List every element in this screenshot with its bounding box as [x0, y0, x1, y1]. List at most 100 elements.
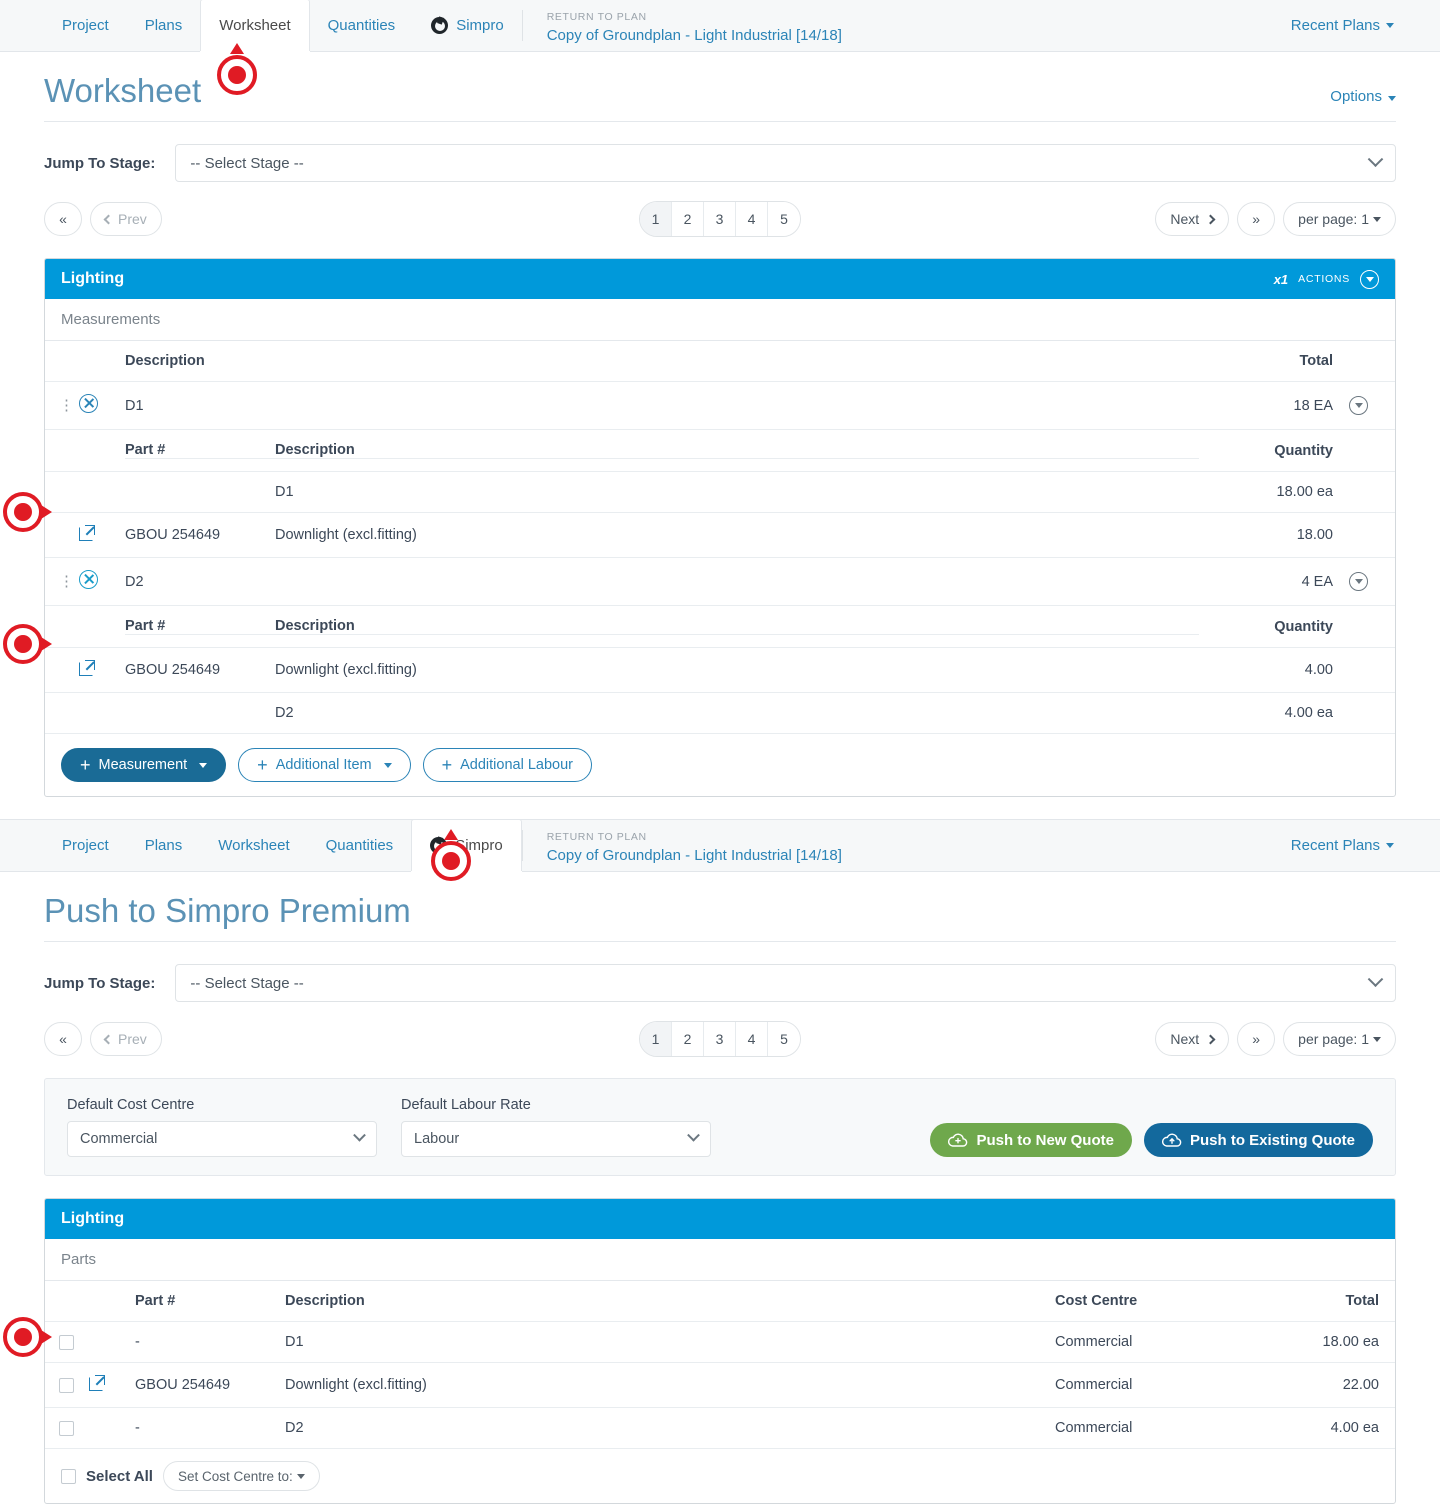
row-quantity: 18.00 ea — [1199, 471, 1349, 513]
page-button-4[interactable]: 4 — [736, 202, 768, 236]
link-cell[interactable] — [79, 512, 125, 558]
page-button-1[interactable]: 1 — [640, 1022, 672, 1056]
nav-tab-label: Project — [62, 837, 109, 854]
drag-handle[interactable]: ⋮ — [45, 381, 79, 430]
row-checkbox[interactable] — [59, 1334, 74, 1350]
page-button-3[interactable]: 3 — [704, 1022, 736, 1056]
row-checkbox-cell[interactable] — [45, 1362, 89, 1408]
chevron-down-circle-icon[interactable] — [1349, 572, 1368, 591]
checkbox-col — [45, 1281, 89, 1322]
nav-tab-plans[interactable]: Plans — [127, 0, 201, 51]
nav-tab-worksheet[interactable]: Worksheet — [200, 0, 310, 51]
nav-tab-quantities[interactable]: Quantities — [308, 820, 412, 871]
page-number-group: 1 2 3 4 5 — [639, 1021, 801, 1057]
push-to-existing-quote-label: Push to Existing Quote — [1189, 1131, 1355, 1149]
row-description: Downlight (excl.fitting) — [275, 527, 417, 543]
chevron-down-circle-icon[interactable] — [1349, 396, 1368, 415]
recent-plans-dropdown[interactable]: Recent Plans — [1291, 820, 1440, 871]
default-cost-centre-field: Default Cost Centre Commercial — [67, 1097, 377, 1157]
first-page-button[interactable]: « — [44, 1022, 82, 1056]
push-to-new-quote-button[interactable]: Push to New Quote — [930, 1123, 1132, 1157]
push-to-existing-quote-button[interactable]: Push to Existing Quote — [1143, 1123, 1373, 1157]
default-labour-rate-select[interactable]: Labour — [401, 1121, 711, 1157]
select-all-checkbox[interactable] — [61, 1468, 76, 1484]
chevron-down-icon — [199, 762, 208, 768]
jump-to-stage-select[interactable]: -- Select Stage -- — [175, 964, 1396, 1002]
multiplier-badge: x1 — [1273, 271, 1289, 287]
link-cell[interactable] — [79, 647, 125, 693]
page-button-5[interactable]: 5 — [768, 202, 800, 236]
external-link-icon[interactable] — [79, 525, 95, 541]
link-cell[interactable] — [89, 1362, 135, 1408]
row-checkbox-cell[interactable] — [45, 1407, 89, 1449]
double-chevron-right-icon: » — [1252, 1031, 1261, 1047]
external-link-icon[interactable] — [89, 1375, 105, 1391]
nav-tab-plans[interactable]: Plans — [127, 820, 201, 871]
row-checkbox-cell[interactable] — [45, 1321, 89, 1363]
page-button-4[interactable]: 4 — [736, 1022, 768, 1056]
sub-col-quantity: Quantity — [1199, 605, 1349, 648]
external-link-icon[interactable] — [79, 660, 95, 676]
next-page-button[interactable]: Next — [1155, 202, 1230, 236]
double-chevron-left-icon: « — [59, 211, 67, 227]
recent-plans-dropdown[interactable]: Recent Plans — [1291, 0, 1440, 51]
page-button-5[interactable]: 5 — [768, 1022, 800, 1056]
nav-tab-list: Project Plans Worksheet Quantities Simpr… — [0, 0, 522, 51]
nav-tab-simpro[interactable]: Simpro — [413, 0, 522, 51]
table-row: D1 18.00 ea — [45, 471, 1395, 513]
measurement-group-row[interactable]: ⋮ D1 18 EA — [45, 381, 1395, 430]
measurement-group-row[interactable]: ⋮ D2 4 EA — [45, 557, 1395, 606]
default-cost-centre-select[interactable]: Commercial — [67, 1121, 377, 1157]
return-to-plan-label: RETURN TO PLAN — [546, 831, 647, 844]
drag-handle[interactable]: ⋮ — [45, 557, 79, 606]
add-measurement-button[interactable]: + Measurement — [61, 748, 227, 782]
spacer — [1349, 605, 1395, 648]
expand-cell[interactable] — [1349, 557, 1395, 606]
row-checkbox[interactable] — [59, 1420, 74, 1436]
actions-dropdown-icon[interactable] — [1360, 269, 1379, 289]
prev-page-button[interactable]: Prev — [90, 1022, 162, 1056]
spacer — [1349, 471, 1395, 513]
push-to-new-quote-label: Push to New Quote — [976, 1131, 1114, 1149]
col-description: Description — [125, 341, 1199, 382]
plan-name-link[interactable]: Copy of Groundplan - Light Industrial [1… — [547, 25, 842, 47]
options-dropdown[interactable]: Options — [1330, 88, 1396, 107]
per-page-dropdown[interactable]: per page: 1 — [1283, 1022, 1396, 1056]
nav-tab-project[interactable]: Project — [44, 0, 127, 51]
col-cost-centre: Cost Centre — [1055, 1281, 1245, 1322]
cloud-plus-icon — [948, 1133, 968, 1147]
prev-page-button[interactable]: Prev — [90, 202, 162, 236]
row-description: D1 — [275, 484, 294, 500]
add-additional-labour-button[interactable]: + Additional Labour — [422, 748, 592, 782]
last-page-button[interactable]: » — [1237, 1022, 1276, 1056]
spacer — [45, 692, 79, 734]
push-buttons-group: Push to New Quote Push to Existing Quote — [930, 1123, 1373, 1157]
page-button-2[interactable]: 2 — [672, 202, 704, 236]
row-description: Downlight (excl.fitting) — [285, 1362, 1055, 1408]
nav-tab-worksheet[interactable]: Worksheet — [200, 820, 307, 871]
vertical-dots-icon: ⋮ — [59, 396, 75, 414]
jump-to-stage-select[interactable]: -- Select Stage -- — [175, 144, 1396, 182]
nav-tab-quantities[interactable]: Quantities — [310, 0, 414, 51]
sub-col-part: Part # — [125, 442, 275, 459]
return-to-plan[interactable]: RETURN TO PLAN Copy of Groundplan - Ligh… — [523, 0, 842, 51]
per-page-label: per page: 1 — [1298, 211, 1369, 227]
next-page-button[interactable]: Next — [1155, 1022, 1230, 1056]
row-cost-centre: Commercial — [1055, 1321, 1245, 1363]
page-button-3[interactable]: 3 — [704, 202, 736, 236]
nav-tab-project[interactable]: Project — [44, 820, 127, 871]
row-checkbox[interactable] — [59, 1377, 74, 1393]
plan-name-link[interactable]: Copy of Groundplan - Light Industrial [1… — [547, 845, 842, 867]
nav-tab-simpro[interactable]: Simpro — [411, 819, 522, 871]
expand-cell[interactable] — [1349, 381, 1395, 430]
spacer — [1349, 429, 1395, 472]
return-to-plan[interactable]: RETURN TO PLAN Copy of Groundplan - Ligh… — [523, 820, 842, 871]
add-measurement-label: Measurement — [98, 757, 188, 773]
page-button-1[interactable]: 1 — [640, 202, 672, 236]
add-additional-item-button[interactable]: + Additional Item — [238, 748, 411, 782]
per-page-dropdown[interactable]: per page: 1 — [1283, 202, 1396, 236]
set-cost-centre-dropdown[interactable]: Set Cost Centre to: — [162, 1461, 320, 1491]
first-page-button[interactable]: « — [44, 202, 82, 236]
page-button-2[interactable]: 2 — [672, 1022, 704, 1056]
last-page-button[interactable]: » — [1237, 202, 1276, 236]
